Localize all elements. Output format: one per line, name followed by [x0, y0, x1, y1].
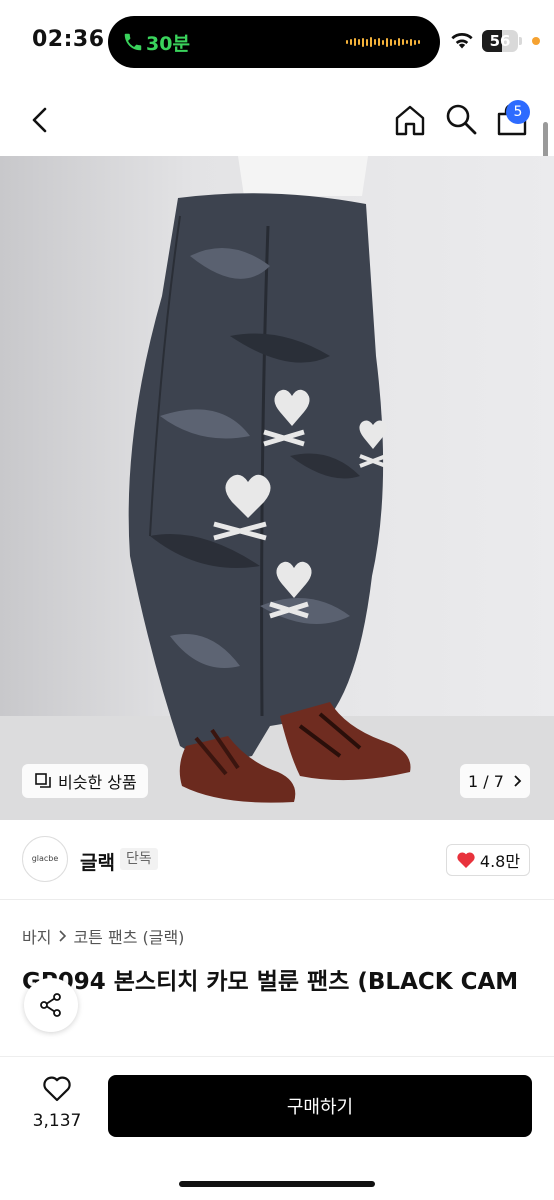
top-nav: 5 [0, 82, 554, 156]
brand-logo-text: glacbe [31, 854, 59, 863]
breadcrumb-level1[interactable]: 바지 [22, 924, 51, 948]
home-icon[interactable] [392, 102, 428, 138]
brand-logo[interactable]: glacbe [22, 836, 68, 882]
chevron-left-icon[interactable] [26, 104, 54, 136]
battery-cap [519, 37, 522, 45]
phone-icon [124, 33, 142, 51]
brand-like-count: 4.8만 [479, 852, 521, 871]
cart-count-badge: 5 [506, 100, 530, 124]
bottom-action-bar: 3,137 구매하기 [0, 1056, 554, 1200]
heart-filled-icon [457, 852, 475, 868]
product-image[interactable] [0, 156, 554, 820]
brand-row: glacbe 글랙 단독 4.8만 [0, 820, 554, 900]
wishlist-count: 3,137 [32, 1111, 82, 1131]
brand-like-button[interactable]: 4.8만 [446, 844, 530, 876]
similar-items-icon [35, 773, 51, 788]
wifi-icon [451, 33, 473, 49]
chevron-right-icon [514, 775, 522, 787]
battery-level: 56 [489, 32, 511, 50]
home-indicator[interactable] [179, 1181, 375, 1187]
wishlist-button[interactable]: 3,137 [22, 1075, 92, 1131]
breadcrumb-level2[interactable]: 코튼 팬츠 (글랙) [73, 924, 184, 948]
dynamic-island-call[interactable]: 30분 [108, 16, 440, 68]
status-bar: 02:36 30분 56 [0, 0, 554, 82]
heart-outline-icon [43, 1076, 71, 1102]
search-icon[interactable] [444, 102, 478, 136]
buy-button[interactable]: 구매하기 [108, 1075, 532, 1137]
privacy-indicator-dot [532, 37, 540, 45]
call-duration: 30분 [146, 33, 190, 55]
breadcrumb: 바지 코튼 팬츠 (글랙) [22, 924, 184, 948]
product-photo [0, 156, 554, 820]
share-icon [40, 993, 61, 1017]
similar-products-label: 비슷한 상품 [58, 773, 137, 792]
clock: 02:36 [32, 27, 105, 52]
buy-button-label: 구매하기 [286, 1097, 354, 1118]
audio-waveform-icon [346, 35, 420, 49]
chevron-right-icon [59, 930, 67, 942]
product-title: GP094 본스티치 카모 벌룬 팬츠 (BLACK CAM [22, 969, 519, 995]
exclusive-badge: 단독 [120, 848, 158, 870]
battery-indicator: 56 [482, 30, 518, 52]
image-page-indicator[interactable]: 1 / 7 [460, 764, 530, 798]
page-indicator-text: 1 / 7 [468, 771, 504, 791]
brand-name[interactable]: 글랙 [80, 848, 115, 875]
share-button[interactable] [24, 978, 78, 1032]
similar-products-button[interactable]: 비슷한 상품 [22, 764, 148, 798]
